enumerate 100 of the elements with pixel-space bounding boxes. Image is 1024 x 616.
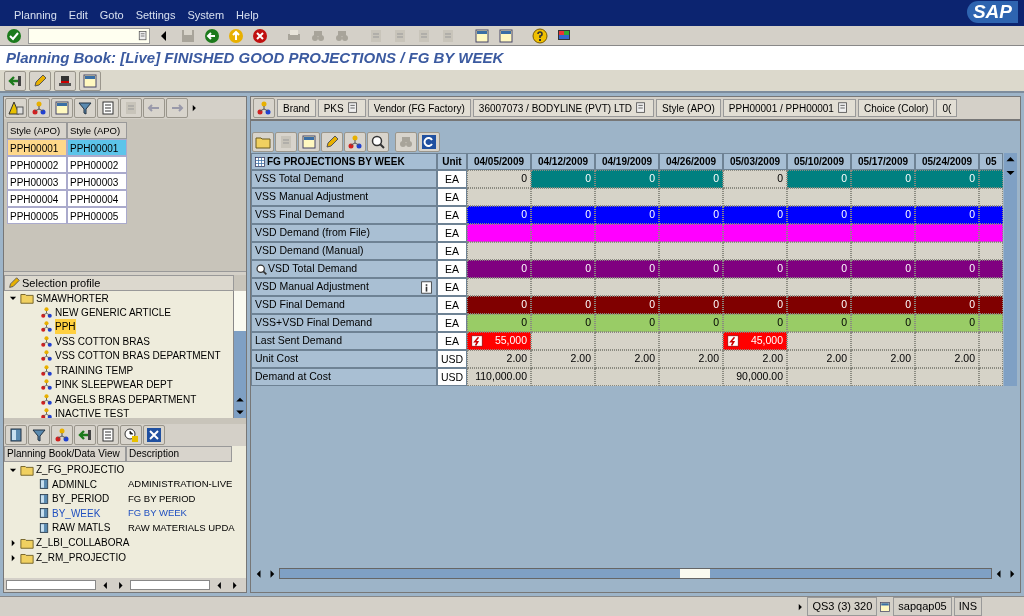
grid-cell[interactable]: 0: [723, 206, 787, 224]
filter-button[interactable]: [28, 425, 50, 445]
filter-chip[interactable]: 36007073 / BODYLINE (PVT) LTD: [472, 99, 655, 117]
grid-cell[interactable]: [531, 224, 595, 242]
help-icon[interactable]: [532, 27, 548, 44]
grid-cell[interactable]: [979, 242, 1003, 260]
settings-button[interactable]: [79, 70, 101, 91]
grid-cell[interactable]: [787, 188, 851, 206]
grid-cell[interactable]: [851, 332, 915, 350]
menu-item[interactable]: Planning: [14, 6, 57, 23]
info-icon[interactable]: [420, 280, 433, 294]
grid-cell[interactable]: 0: [851, 260, 915, 278]
grid-cell[interactable]: 0: [531, 260, 595, 278]
list-button[interactable]: [97, 425, 119, 445]
grid-cell[interactable]: 0: [531, 206, 595, 224]
tree-item[interactable]: ADMINLC: [52, 476, 97, 492]
grid-cell[interactable]: 0: [467, 260, 531, 278]
grid-cell[interactable]: [723, 188, 787, 206]
filter-chip[interactable]: PKS: [317, 99, 366, 117]
tree-item[interactable]: PINK SLEEPWEAR DEPT: [55, 377, 173, 393]
grid-cell[interactable]: 0: [915, 170, 979, 188]
tree-item[interactable]: BY_WEEK: [52, 505, 101, 521]
grid-cell[interactable]: [851, 188, 915, 206]
column-header[interactable]: 05/10/2009: [787, 153, 851, 170]
grid-cell[interactable]: 2.00: [851, 350, 915, 368]
grid-cell[interactable]: 0: [723, 314, 787, 332]
scrollbar[interactable]: [233, 291, 246, 418]
first-page-icon[interactable]: [368, 27, 384, 44]
copy-button[interactable]: [298, 132, 320, 152]
previous-page-icon[interactable]: [392, 27, 408, 44]
grid-cell[interactable]: [979, 260, 1003, 278]
grid-cell[interactable]: 0: [467, 296, 531, 314]
grid-cell[interactable]: [851, 278, 915, 296]
grid-cell[interactable]: 0: [851, 296, 915, 314]
table-cell[interactable]: PPH00001: [7, 139, 67, 156]
history-button[interactable]: [120, 425, 142, 445]
grid-cell[interactable]: 0: [851, 206, 915, 224]
zoom-button[interactable]: [367, 132, 389, 152]
grid-cell[interactable]: 0: [915, 206, 979, 224]
grid-cell[interactable]: 0: [723, 296, 787, 314]
grid-cell[interactable]: 0: [787, 170, 851, 188]
grid-cell[interactable]: 0: [659, 314, 723, 332]
chart-button[interactable]: [344, 132, 366, 152]
column-header[interactable]: 04/05/2009: [467, 153, 531, 170]
grid-cell[interactable]: 0: [723, 260, 787, 278]
grid-cell[interactable]: [915, 242, 979, 260]
scrollbar[interactable]: [6, 580, 96, 590]
grid-cell[interactable]: 0: [787, 260, 851, 278]
grid-cell[interactable]: [787, 368, 851, 386]
table-cell[interactable]: PPH00003: [7, 173, 67, 190]
grid-cell[interactable]: 0: [467, 206, 531, 224]
grid-cell[interactable]: [531, 278, 595, 296]
menu-item[interactable]: System: [187, 6, 225, 23]
new-window-icon[interactable]: [474, 27, 490, 44]
grid-cell[interactable]: [595, 224, 659, 242]
grid-cell[interactable]: [787, 278, 851, 296]
column-header[interactable]: 05: [979, 153, 1003, 170]
column-header[interactable]: 04/12/2009: [531, 153, 595, 170]
grid-cell[interactable]: [595, 278, 659, 296]
document-button[interactable]: [120, 98, 142, 118]
filter-chip[interactable]: Choice (Color): [857, 99, 935, 117]
grid-cell[interactable]: [595, 368, 659, 386]
grid-cell[interactable]: 2.00: [723, 350, 787, 368]
grid-cell[interactable]: [915, 368, 979, 386]
filter-chip[interactable]: Brand: [277, 99, 316, 117]
grid-cell[interactable]: 2.00: [595, 350, 659, 368]
up-icon[interactable]: [228, 27, 244, 44]
grid-cell[interactable]: [979, 206, 1003, 224]
grid-cell[interactable]: [979, 188, 1003, 206]
copy-button[interactable]: [51, 98, 73, 118]
tree-item[interactable]: PPH: [55, 319, 76, 335]
grid-cell[interactable]: 2.00: [531, 350, 595, 368]
grid-cell[interactable]: 0: [851, 314, 915, 332]
column-header[interactable]: Style (APO): [7, 122, 67, 139]
grid-cell[interactable]: [915, 332, 979, 350]
grid-cell[interactable]: [851, 242, 915, 260]
grid-cell[interactable]: 0: [723, 170, 787, 188]
column-header[interactable]: Description: [126, 446, 232, 462]
nodes-button[interactable]: [51, 425, 73, 445]
grid-cell[interactable]: [979, 296, 1003, 314]
tree-item[interactable]: NEW GENERIC ARTICLE: [55, 304, 171, 320]
grid-cell[interactable]: 0: [915, 314, 979, 332]
grid-cell[interactable]: 0: [595, 296, 659, 314]
blank-button[interactable]: [275, 132, 297, 152]
column-header[interactable]: 04/19/2009: [595, 153, 659, 170]
grid-cell[interactable]: 45,000: [723, 332, 787, 350]
table-cell[interactable]: PPH00005: [7, 207, 67, 224]
tree-item[interactable]: ANGELS BRAS DEPARTMENT: [55, 391, 197, 407]
alert-button[interactable]: [5, 98, 27, 118]
grid-cell[interactable]: 0: [595, 260, 659, 278]
last-page-icon[interactable]: [440, 27, 456, 44]
grid-cell[interactable]: [723, 278, 787, 296]
scrollbar[interactable]: [130, 580, 210, 590]
grid-cell[interactable]: [467, 242, 531, 260]
grid-cell[interactable]: 0: [531, 314, 595, 332]
filter-chip[interactable]: PPH00001 / PPH00001: [722, 99, 856, 117]
grid-cell[interactable]: 0: [467, 170, 531, 188]
grid-cell[interactable]: [531, 332, 595, 350]
grid-cell[interactable]: [595, 332, 659, 350]
grid-cell[interactable]: [595, 188, 659, 206]
